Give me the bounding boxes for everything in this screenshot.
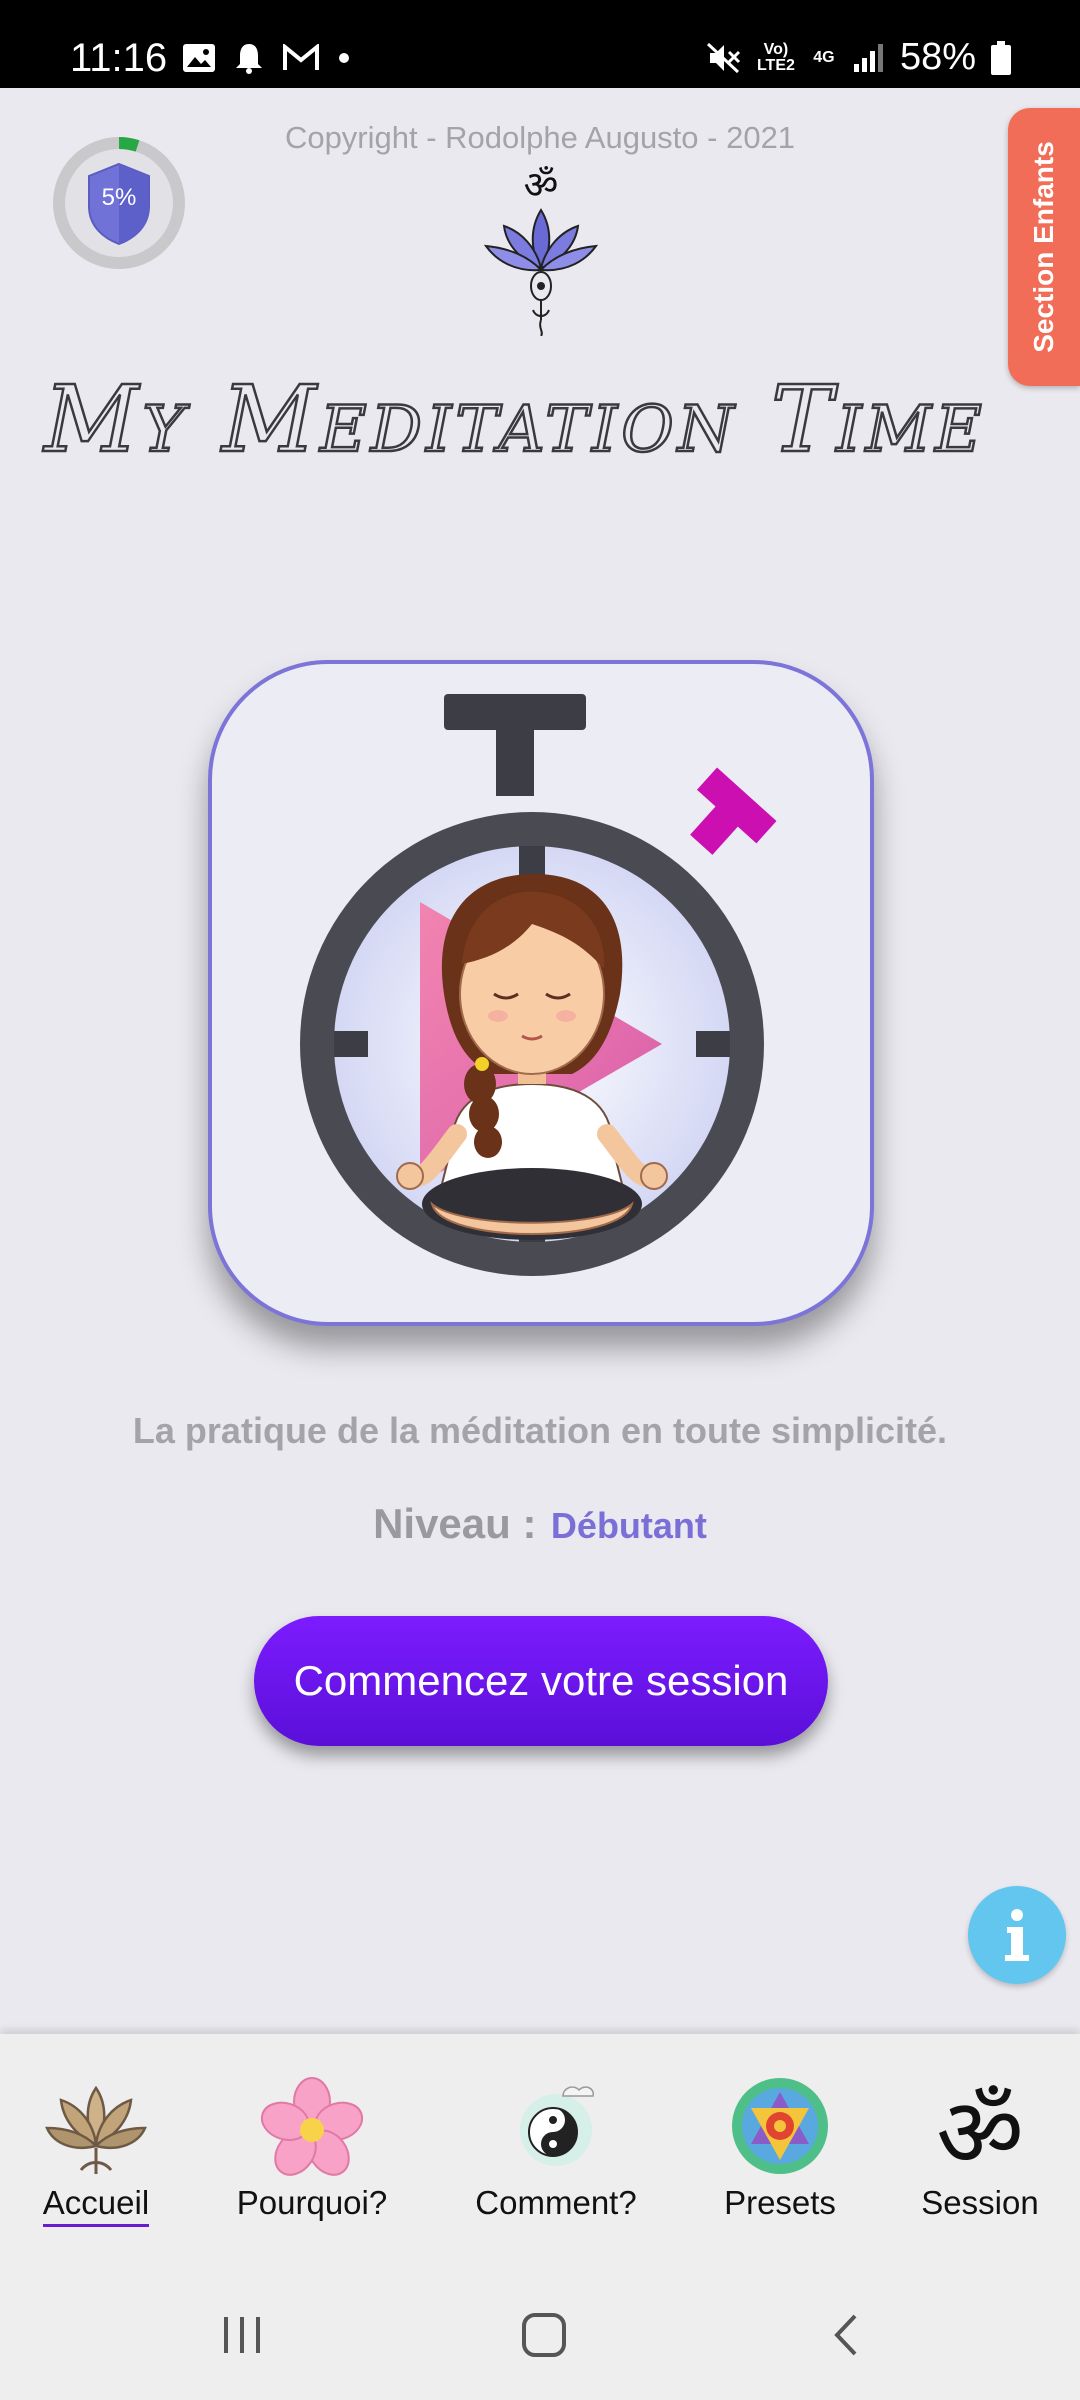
timer-girl-illustration — [300, 694, 777, 1276]
signal-icon — [853, 43, 883, 72]
system-navigation-bar — [0, 2270, 1080, 2400]
gmail-icon — [283, 44, 319, 70]
app-title: My Meditation Time — [43, 365, 986, 475]
lotus-icon — [45, 2085, 147, 2174]
nav-label-session: Session — [921, 2184, 1039, 2221]
level-row: Niveau : Débutant — [0, 1500, 1080, 1548]
start-session-button[interactable]: Commencez votre session — [254, 1616, 828, 1746]
network-4g-icon: 4G — [813, 48, 835, 66]
flower-icon — [260, 2077, 364, 2176]
battery-icon — [991, 40, 1011, 75]
info-icon — [1005, 1909, 1029, 1961]
progress-label: 5% — [101, 184, 137, 211]
nav-label-pourquoi: Pourquoi? — [236, 2184, 388, 2221]
mandala-icon — [732, 2078, 828, 2174]
mute-icon — [706, 42, 740, 73]
battery-percent: 58% — [899, 36, 976, 78]
recent-apps-icon — [224, 2317, 260, 2353]
nav-item-comment[interactable]: Comment? — [466, 2074, 646, 2222]
nav-label-comment: Comment? — [475, 2184, 637, 2221]
notification-icons — [182, 42, 350, 74]
svg-text:ॐ: ॐ — [936, 2077, 1024, 2178]
recent-apps-button[interactable] — [202, 2300, 282, 2370]
nav-label-accueil: Accueil — [42, 2184, 150, 2227]
nav-item-pourquoi[interactable]: Pourquoi? — [222, 2074, 402, 2222]
info-button[interactable] — [968, 1886, 1066, 1984]
bell-icon — [236, 44, 262, 74]
dot-icon — [339, 53, 349, 63]
side-tab-label: Section Enfants — [1028, 141, 1059, 353]
bottom-navigation: Accueil Pourquoi? Comment? Presets ॐ Ses… — [0, 2034, 1080, 2270]
nav-item-session[interactable]: ॐ Session — [890, 2074, 1070, 2222]
home-icon — [522, 2313, 566, 2357]
back-button[interactable] — [806, 2300, 886, 2370]
om-icon: ॐ — [936, 2077, 1024, 2178]
meditation-timer-card[interactable] — [208, 660, 874, 1326]
level-label: Niveau : — [373, 1500, 537, 1547]
system-status-icons: Vo) LTE2 4G 58% — [706, 36, 1012, 79]
lotus-om-logo: ॐ — [483, 163, 599, 336]
tagline: La pratique de la méditation en toute si… — [132, 1410, 948, 1451]
nav-label-presets: Presets — [724, 2184, 836, 2221]
level-value[interactable]: Débutant — [551, 1505, 707, 1546]
image-icon — [183, 44, 215, 72]
status-bar: 11:16 Vo) LTE2 4G 58% — [0, 0, 1080, 88]
back-icon — [834, 2314, 857, 2356]
home-button[interactable] — [504, 2300, 584, 2370]
nav-item-presets[interactable]: Presets — [690, 2074, 870, 2222]
section-enfants-tab[interactable]: Section Enfants — [1008, 108, 1080, 386]
svg-text:ॐ: ॐ — [524, 163, 559, 207]
nav-item-accueil[interactable]: Accueil — [6, 2074, 186, 2227]
yin-yang-icon — [520, 2086, 594, 2166]
status-time: 11:16 — [70, 36, 168, 80]
progress-badge[interactable]: 5% — [52, 136, 186, 270]
volte-icon: Vo) LTE2 — [756, 40, 795, 74]
